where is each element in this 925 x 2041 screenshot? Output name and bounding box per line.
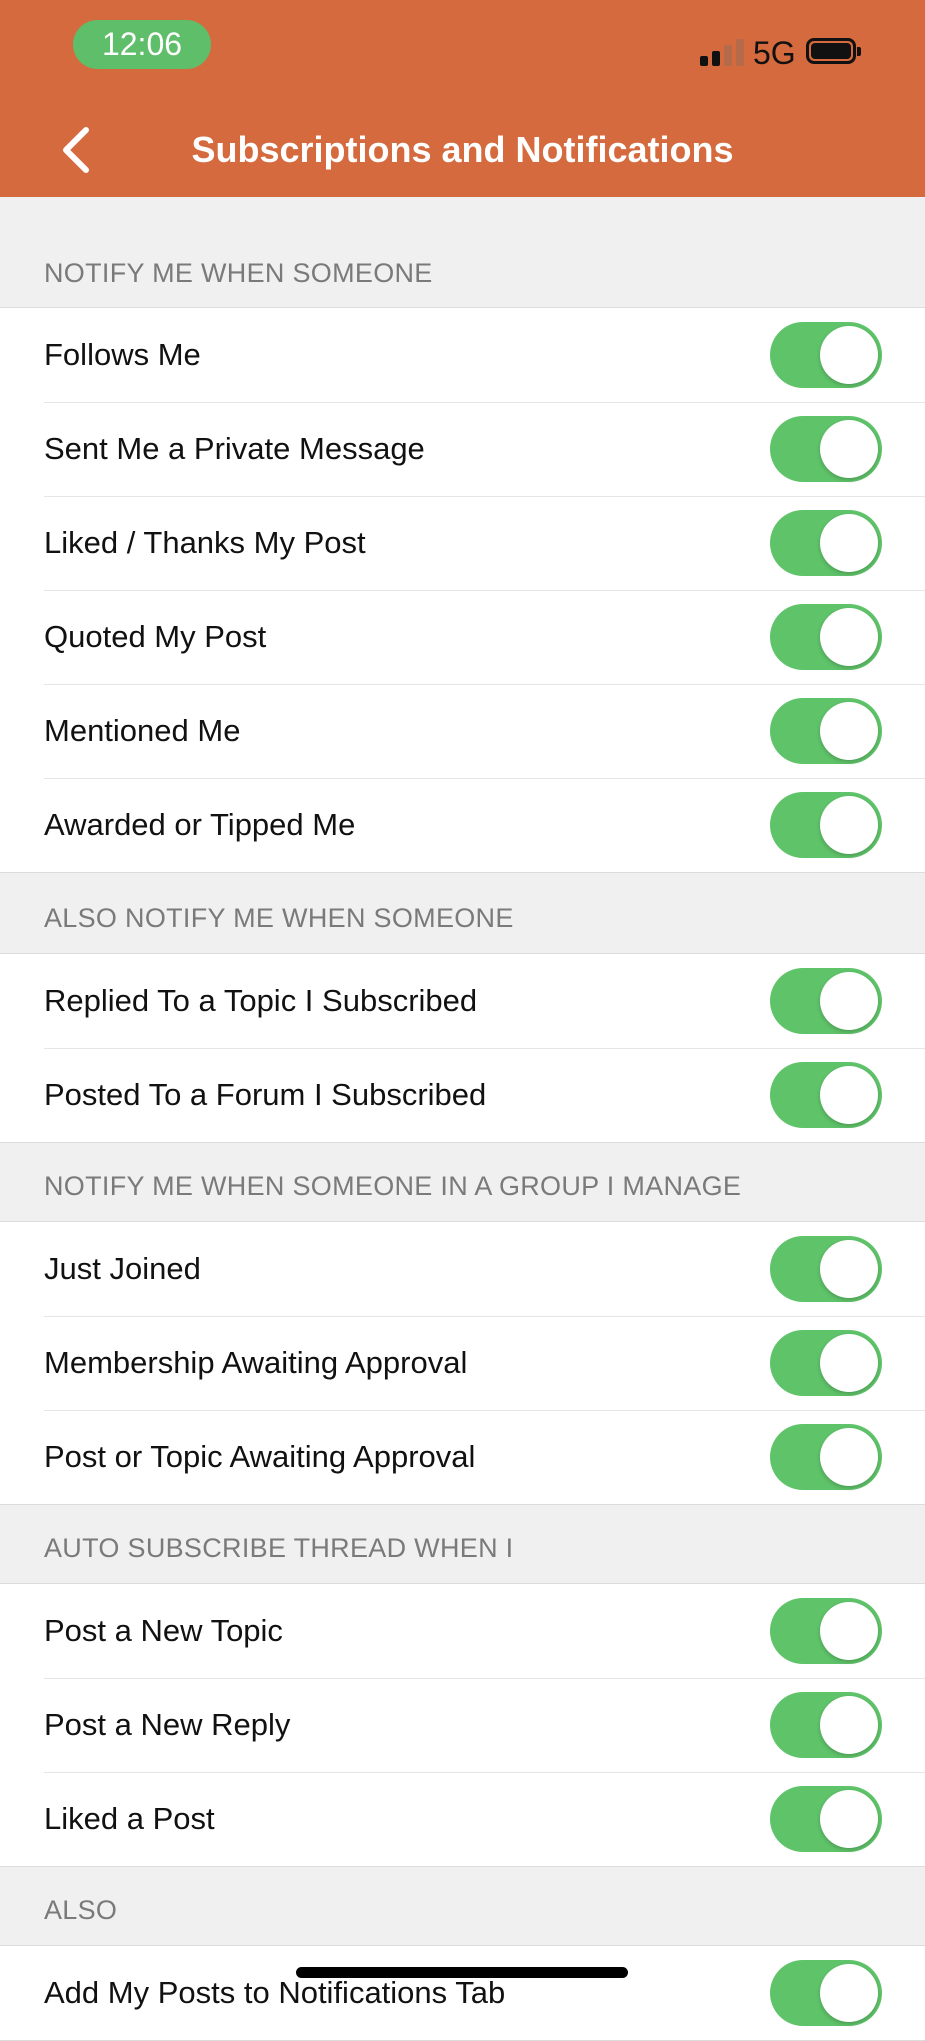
toggle-switch[interactable] [770, 1330, 882, 1396]
settings-row: Membership Awaiting Approval [0, 1316, 925, 1410]
settings-row: Sent Me a Private Message [0, 402, 925, 496]
toggle-knob [820, 1602, 878, 1660]
row-label: Just Joined [44, 1251, 201, 1286]
row-label: Add My Posts to Notifications Tab [44, 1975, 506, 2010]
settings-row: Post a New Reply [0, 1678, 925, 1772]
toggle-switch[interactable] [770, 1424, 882, 1490]
settings-group-auto-subscribe: Post a New Topic Post a New Reply Liked … [0, 1583, 925, 1867]
signal-icon [700, 38, 745, 66]
settings-group-group-manage: Just Joined Membership Awaiting Approval… [0, 1221, 925, 1505]
settings-row: Posted To a Forum I Subscribed [0, 1048, 925, 1142]
settings-row: Mentioned Me [0, 684, 925, 778]
row-label: Post or Topic Awaiting Approval [44, 1439, 476, 1474]
toggle-switch[interactable] [770, 322, 882, 388]
toggle-switch[interactable] [770, 510, 882, 576]
toggle-switch[interactable] [770, 1598, 882, 1664]
row-label: Quoted My Post [44, 619, 267, 654]
row-label: Mentioned Me [44, 713, 241, 748]
toggle-knob [820, 1696, 878, 1754]
toggle-switch[interactable] [770, 1692, 882, 1758]
toggle-switch[interactable] [770, 968, 882, 1034]
toggle-knob [820, 1240, 878, 1298]
toggle-knob [820, 608, 878, 666]
toggle-knob [820, 1428, 878, 1486]
battery-icon [806, 38, 861, 64]
toggle-switch[interactable] [770, 1786, 882, 1852]
settings-group-notify: Follows Me Sent Me a Private Message Lik… [0, 307, 925, 873]
row-label: Follows Me [44, 337, 201, 372]
settings-row: Post a New Topic [0, 1584, 925, 1678]
settings-row: Replied To a Topic I Subscribed [0, 954, 925, 1048]
chevron-left-icon [63, 127, 89, 173]
nav-bar: 12:06 5G Subscriptions and Notifications [0, 0, 925, 197]
settings-row: Add My Posts to Notifications Tab [0, 1946, 925, 2040]
settings-row: Quoted My Post [0, 590, 925, 684]
toggle-knob [820, 514, 878, 572]
status-time: 12:06 [73, 20, 211, 69]
toggle-knob [820, 326, 878, 384]
toggle-knob [820, 420, 878, 478]
toggle-knob [820, 1334, 878, 1392]
toggle-knob [820, 1790, 878, 1848]
settings-row: Awarded or Tipped Me [0, 778, 925, 872]
row-label: Sent Me a Private Message [44, 431, 425, 466]
toggle-knob [820, 1964, 878, 2022]
row-label: Awarded or Tipped Me [44, 807, 356, 842]
toggle-switch[interactable] [770, 1236, 882, 1302]
settings-row: Liked a Post [0, 1772, 925, 1866]
toggle-switch[interactable] [770, 604, 882, 670]
row-label: Membership Awaiting Approval [44, 1345, 468, 1380]
row-label: Posted To a Forum I Subscribed [44, 1077, 487, 1112]
toggle-switch[interactable] [770, 1960, 882, 2026]
settings-row: Just Joined [0, 1222, 925, 1316]
page-title: Subscriptions and Notifications [191, 129, 734, 170]
settings-row: Follows Me [0, 308, 925, 402]
settings-row: Post or Topic Awaiting Approval [0, 1410, 925, 1504]
back-button[interactable] [54, 122, 104, 178]
toggle-switch[interactable] [770, 792, 882, 858]
toggle-switch[interactable] [770, 1062, 882, 1128]
toggle-knob [820, 972, 878, 1030]
settings-group-also: Add My Posts to Notifications Tab [0, 1945, 925, 2041]
row-label: Liked a Post [44, 1801, 215, 1836]
row-label: Post a New Topic [44, 1613, 283, 1648]
row-label: Replied To a Topic I Subscribed [44, 983, 478, 1018]
row-label: Liked / Thanks My Post [44, 525, 366, 560]
settings-group-also-notify: Replied To a Topic I Subscribed Posted T… [0, 953, 925, 1143]
toggle-switch[interactable] [770, 416, 882, 482]
row-label: Post a New Reply [44, 1707, 291, 1742]
toggle-knob [820, 1066, 878, 1124]
toggle-knob [820, 702, 878, 760]
toggle-knob [820, 796, 878, 854]
home-indicator[interactable] [296, 1967, 628, 1978]
settings-row: Liked / Thanks My Post [0, 496, 925, 590]
network-type: 5G [753, 35, 796, 71]
toggle-switch[interactable] [770, 698, 882, 764]
